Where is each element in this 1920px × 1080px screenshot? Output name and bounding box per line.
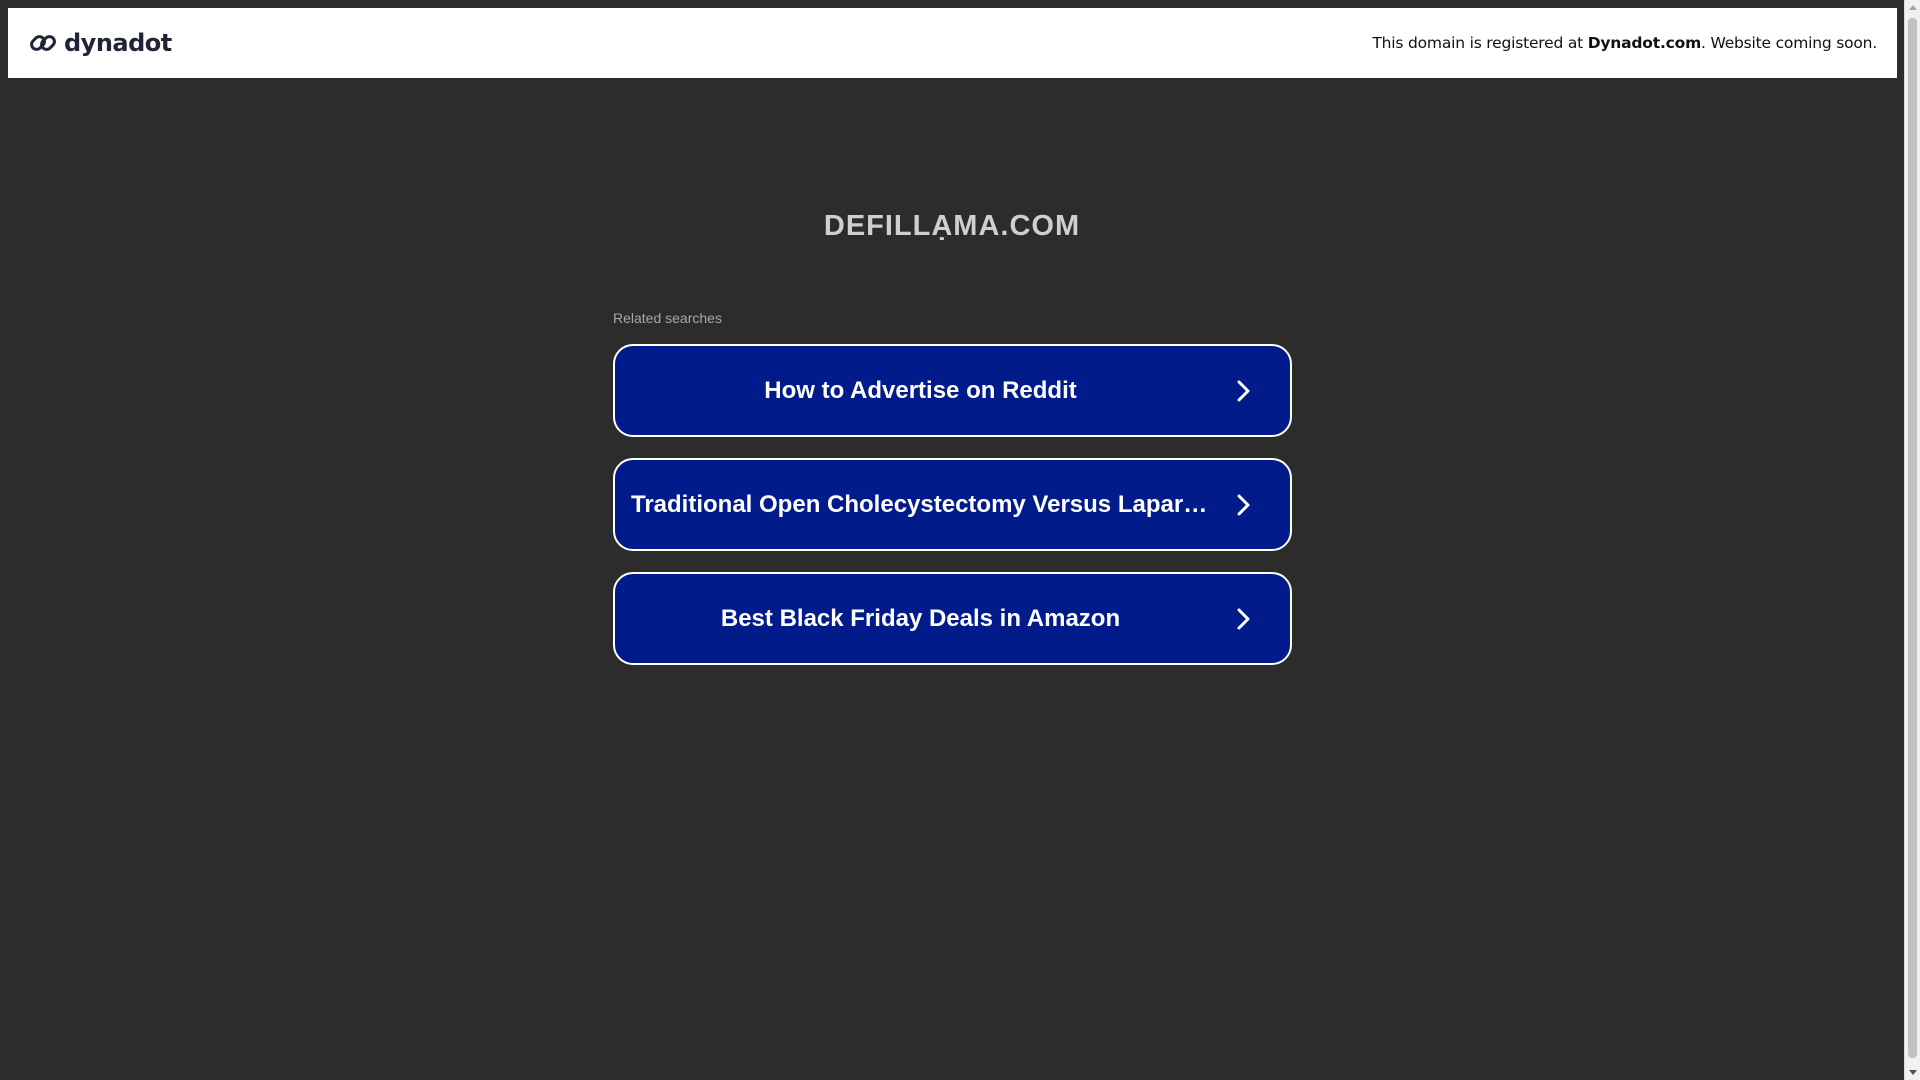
- dynadot-logo[interactable]: dynadot: [28, 28, 172, 58]
- related-search-label: Traditional Open Cholecystectomy Versus …: [631, 490, 1210, 518]
- chevron-right-icon: [1237, 608, 1250, 629]
- related-searches-label: Related searches: [613, 310, 722, 326]
- page: dynadot This domain is registered at Dyn…: [0, 0, 1920, 1080]
- notice-brand-link[interactable]: Dynadot.com: [1588, 34, 1701, 52]
- chain-link-icon: [30, 35, 56, 51]
- scroll-down-arrow-icon[interactable]: [1909, 1070, 1917, 1075]
- chevron-right-icon: [1237, 494, 1250, 515]
- chevron-right-icon: [1237, 380, 1250, 401]
- logo-text: dynadot: [64, 29, 172, 57]
- scroll-up-arrow-icon[interactable]: [1909, 5, 1917, 10]
- notice-prefix: This domain is registered at: [1372, 34, 1588, 52]
- registration-notice: This domain is registered at Dynadot.com…: [1372, 34, 1877, 52]
- related-search-label: Best Black Friday Deals in Amazon: [720, 604, 1121, 632]
- related-search-label: How to Advertise on Reddit: [764, 376, 1077, 404]
- related-search-link-2[interactable]: Traditional Open Cholecystectomy Versus …: [613, 458, 1292, 551]
- notice-suffix: . Website coming soon.: [1701, 34, 1877, 52]
- domain-title: DEFILLẠMA.COM: [823, 210, 1081, 242]
- scroll-thumb[interactable]: [1908, 18, 1917, 1058]
- related-search-link-1[interactable]: How to Advertise on Reddit: [613, 344, 1292, 437]
- related-search-link-3[interactable]: Best Black Friday Deals in Amazon: [613, 572, 1292, 665]
- top-bar: dynadot This domain is registered at Dyn…: [8, 8, 1897, 78]
- vertical-scrollbar[interactable]: [1904, 0, 1920, 1080]
- content-area: dynadot This domain is registered at Dyn…: [0, 0, 1904, 1080]
